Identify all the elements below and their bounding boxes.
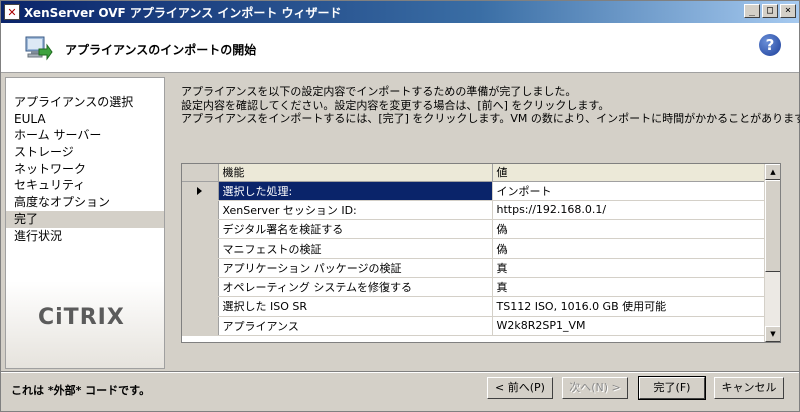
grid-cell-feature[interactable]: アプライアンス xyxy=(218,316,493,336)
back-button[interactable]: < 前へ(P) xyxy=(487,377,553,399)
cancel-button[interactable]: キャンセル xyxy=(714,377,784,399)
grid-row[interactable]: 選択した処理: インポート xyxy=(182,181,767,201)
grid-vertical-scrollbar[interactable]: ▲ ▼ xyxy=(764,164,780,342)
grid-row[interactable]: マニフェストの検証偽 xyxy=(182,238,767,259)
next-button[interactable]: 次へ(N) > xyxy=(562,377,628,399)
settings-table: 機能 値 選択した処理: インポート XenServer セッション ID: http… xyxy=(182,164,767,336)
grid-cell-value[interactable]: 偽 xyxy=(492,219,767,240)
wizard-step-item[interactable]: ストレージ xyxy=(6,144,164,161)
scroll-up-button[interactable]: ▲ xyxy=(765,164,780,180)
grid-cell-value[interactable]: 真 xyxy=(492,277,767,298)
row-header[interactable] xyxy=(182,277,219,298)
title-bar[interactable]: ✕ XenServer OVF アプライアンス インポート ウィザード _ □ … xyxy=(1,1,799,23)
desc-line-1: アプライアンスを以下の設定内容でインポートするための準備が完了しました。 xyxy=(181,85,577,98)
minimize-button[interactable]: _ xyxy=(744,4,760,18)
row-header[interactable] xyxy=(182,219,219,240)
app-icon: ✕ xyxy=(4,4,20,20)
column-header-value[interactable]: 値 xyxy=(492,164,767,182)
settings-grid[interactable]: 機能 値 選択した処理: インポート XenServer セッション ID: http… xyxy=(181,163,781,343)
row-header[interactable] xyxy=(182,200,219,221)
wizard-step-item[interactable]: EULA xyxy=(6,111,164,128)
wizard-step-item[interactable]: セキュリティ xyxy=(6,177,164,194)
maximize-button[interactable]: □ xyxy=(762,4,778,18)
grid-header-row: 機能 値 xyxy=(182,164,767,182)
grid-cell-feature[interactable]: 選択した ISO SR xyxy=(218,296,493,317)
scroll-down-button[interactable]: ▼ xyxy=(765,326,780,342)
row-header[interactable] xyxy=(182,258,219,278)
grid-cell-value[interactable]: 偽 xyxy=(492,238,767,259)
wizard-step-item[interactable]: 高度なオプション xyxy=(6,194,164,211)
close-button[interactable]: × xyxy=(780,4,796,18)
grid-cell-feature[interactable]: オペレーティング システムを修復する xyxy=(218,277,493,298)
grid-row[interactable]: 選択した ISO SR TS112 ISO, 1016.0 GB 使用可能 xyxy=(182,296,767,317)
grid-cell-feature[interactable]: XenServer セッション ID: xyxy=(218,200,493,221)
wizard-content: アプライアンスを以下の設定内容でインポートするための準備が完了しました。 設定内… xyxy=(167,77,800,369)
desc-line-3: アプライアンスをインポートするには、[完了] をクリックします。VM の数により… xyxy=(181,112,800,125)
wizard-window: ✕ XenServer OVF アプライアンス インポート ウィザード _ □ … xyxy=(0,0,800,412)
grid-row[interactable]: オペレーティング システムを修復する真 xyxy=(182,277,767,298)
wizard-step-item[interactable]: ネットワーク xyxy=(6,161,164,178)
citrix-logo: CiTRIX xyxy=(38,305,125,330)
finish-button[interactable]: 完了(F) xyxy=(638,376,706,400)
wizard-header: アプライアンスのインポートの開始 ? xyxy=(1,23,799,73)
wizard-steps-panel: アプライアンスの選択 EULA ホーム サーバー ストレージ ネットワーク セキュリティ高… xyxy=(5,77,165,369)
help-button[interactable]: ? xyxy=(759,34,781,56)
row-header[interactable] xyxy=(182,238,219,259)
column-header-feature[interactable]: 機能 xyxy=(218,164,493,182)
wizard-step-item[interactable]: 完了 xyxy=(6,210,164,228)
wizard-step-item[interactable]: 進行状況 xyxy=(6,228,164,245)
grid-row[interactable]: デジタル署名を検証する偽 xyxy=(182,219,767,240)
row-header[interactable] xyxy=(182,316,219,336)
footer-status-text: これは *外部* コードです。 xyxy=(11,384,151,397)
grid-cell-feature[interactable]: アプリケーション パッケージの検証 xyxy=(218,258,493,278)
page-title: アプライアンスのインポートの開始 xyxy=(65,43,257,57)
scroll-thumb[interactable] xyxy=(765,180,780,272)
window-controls: _ □ × xyxy=(744,4,796,18)
wizard-steps-list: アプライアンスの選択 EULA ホーム サーバー ストレージ ネットワーク セキュリティ高… xyxy=(6,94,164,244)
wizard-step-item[interactable]: アプライアンスの選択 xyxy=(6,94,164,111)
window-title: XenServer OVF アプライアンス インポート ウィザード xyxy=(24,5,342,20)
grid-row[interactable]: アプリケーション パッケージの検証真 xyxy=(182,258,767,278)
row-header[interactable] xyxy=(182,181,219,201)
summary-description: アプライアンスを以下の設定内容でインポートするための準備が完了しました。 設定内… xyxy=(181,85,800,126)
grid-cell-value[interactable]: インポート xyxy=(492,181,767,201)
grid-cell-value[interactable]: https://192.168.0.1/ xyxy=(492,200,767,221)
grid-cell-value[interactable]: W2k8R2SP1_VM xyxy=(492,316,767,336)
grid-row[interactable]: XenServer セッション ID: https://192.168.0.1/ xyxy=(182,200,767,221)
desc-line-2: 設定内容を確認してください。設定内容を変更する場合は、[前へ] をクリックします… xyxy=(181,98,610,112)
grid-cell-feature[interactable]: 選択した処理: xyxy=(218,181,493,201)
current-row-arrow-icon xyxy=(197,187,203,196)
row-header[interactable] xyxy=(182,296,219,317)
grid-cell-value[interactable]: 真 xyxy=(492,258,767,278)
wizard-step-item[interactable]: ホーム サーバー xyxy=(6,127,164,144)
grid-cell-feature[interactable]: デジタル署名を検証する xyxy=(218,219,493,240)
import-appliance-icon xyxy=(25,36,53,61)
grid-row[interactable]: アプライアンス W2k8R2SP1_VM xyxy=(182,316,767,336)
grid-cell-value[interactable]: TS112 ISO, 1016.0 GB 使用可能 xyxy=(492,296,767,317)
footer-separator xyxy=(1,371,799,373)
grid-cell-feature[interactable]: マニフェストの検証 xyxy=(218,238,493,259)
row-header-corner xyxy=(182,164,219,182)
